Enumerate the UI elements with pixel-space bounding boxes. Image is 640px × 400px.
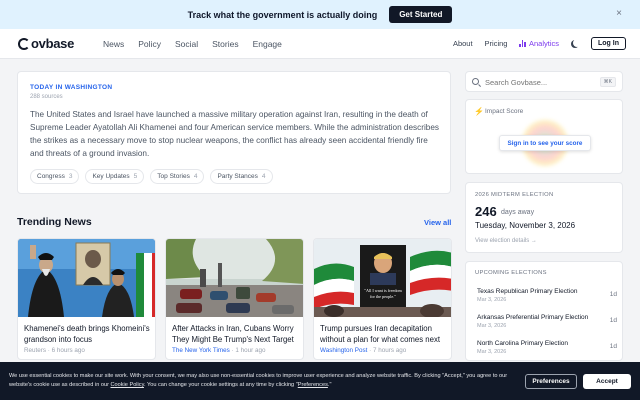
- chip-top-stories[interactable]: Top Stories 4: [150, 169, 205, 184]
- election-days-left: 1d: [609, 343, 617, 350]
- news-card-title: Trump pursues Iran decapitation without …: [320, 324, 441, 344]
- upcoming-elections-card: UPCOMING ELECTIONS Texas Republican Prim…: [465, 261, 623, 361]
- midterm-days: 246: [475, 204, 497, 219]
- cookie-text: We use essential cookies to make our sit…: [9, 372, 519, 390]
- search-input[interactable]: [485, 76, 595, 88]
- bolt-icon: ⚡: [474, 107, 484, 116]
- chip-count: 5: [133, 173, 138, 180]
- cookie-policy-link[interactable]: Cookie Policy: [111, 382, 144, 388]
- news-time: 6 hours ago: [51, 347, 85, 354]
- election-date: Mar 3, 2026: [477, 297, 507, 303]
- get-started-button[interactable]: Get Started: [389, 6, 453, 23]
- preferences-link[interactable]: Preferences: [298, 382, 328, 388]
- news-image-clerics: [18, 239, 155, 317]
- nav-link-analytics[interactable]: Analytics: [519, 39, 559, 48]
- nav-link-news[interactable]: News: [103, 39, 124, 49]
- election-name: North Carolina Primary Election: [477, 340, 569, 347]
- news-card-title: Khamenei's death brings Khomeini's grand…: [24, 324, 150, 344]
- news-card-title: After Attacks in Iran, Cubans Worry They…: [172, 324, 294, 344]
- svg-text:for the people.": for the people.": [370, 294, 396, 299]
- nav-links: News Policy Social Stories Engage: [103, 39, 282, 49]
- election-days-left: 1d: [609, 291, 617, 298]
- sign-in-score-button[interactable]: Sign in to see your score: [499, 135, 591, 151]
- search-box: ⌘K: [465, 71, 623, 92]
- cookie-text-part: . You can change your cookie settings at…: [143, 382, 298, 388]
- midterm-days-unit: days away: [501, 209, 535, 216]
- chip-label: Top Stories: [157, 173, 190, 180]
- news-time: 7 hours ago: [372, 347, 407, 354]
- news-time: 1 hour ago: [235, 347, 266, 354]
- impact-score-label: Impact Score: [485, 108, 524, 115]
- cookie-consent-bar: We use essential cookies to make our sit…: [0, 362, 640, 400]
- nav-link-policy[interactable]: Policy: [138, 39, 161, 49]
- news-source: The New York Times: [172, 347, 230, 354]
- close-icon[interactable]: ×: [616, 8, 622, 19]
- nav-link-engage[interactable]: Engage: [253, 39, 282, 49]
- view-all-link[interactable]: View all: [424, 218, 451, 227]
- chip-count: 3: [68, 173, 73, 180]
- nav-link-social[interactable]: Social: [175, 39, 198, 49]
- chip-party-stances[interactable]: Party Stances 4: [210, 169, 273, 184]
- election-item[interactable]: Arkansas Preferential Primary Election M…: [477, 314, 617, 329]
- logo-text: ovbase: [31, 36, 75, 51]
- news-image-protest: "All I want is freedom for the people.": [314, 239, 451, 317]
- accept-button[interactable]: Accept: [583, 374, 631, 389]
- election-date: Mar 3, 2026: [477, 323, 507, 329]
- chip-label: Key Updates: [92, 173, 130, 180]
- election-item[interactable]: Texas Republican Primary Election Mar 3,…: [477, 288, 617, 303]
- news-card-meta: The New York Times · 1 hour ago: [172, 347, 266, 354]
- today-body: The United States and Israel have launch…: [30, 110, 439, 158]
- topic-chips: Congress 3 Key Updates 5 Top Stories 4 Part…: [30, 169, 273, 184]
- nav-link-pricing[interactable]: Pricing: [485, 39, 508, 48]
- chip-label: Party Stances: [217, 173, 258, 180]
- cookie-text-part: .": [327, 382, 332, 388]
- chip-congress[interactable]: Congress 3: [30, 169, 80, 184]
- news-image-street: [166, 239, 303, 317]
- promo-banner: Track what the government is actually do…: [0, 0, 640, 29]
- bar-chart-icon: [519, 40, 526, 47]
- promo-text: Track what the government is actually do…: [187, 9, 378, 20]
- analytics-label: Analytics: [528, 39, 559, 48]
- nav-link-about[interactable]: About: [453, 39, 473, 48]
- midterm-date: Tuesday, November 3, 2026: [475, 221, 576, 230]
- top-nav: ovbase News Policy Social Stories Engage…: [0, 29, 640, 59]
- election-name: Arkansas Preferential Primary Election: [477, 314, 589, 321]
- election-item[interactable]: North Carolina Primary Election Mar 3, 2…: [477, 340, 617, 355]
- login-button[interactable]: Log In: [591, 37, 626, 50]
- news-card-meta: Reuters · 6 hours ago: [24, 347, 85, 354]
- search-icon: [472, 78, 479, 85]
- today-summary-card: TODAY IN WASHINGTON 288 sources The Unit…: [17, 71, 451, 194]
- keyboard-shortcut-hint: ⌘K: [599, 77, 616, 87]
- upcoming-kicker: UPCOMING ELECTIONS: [475, 270, 547, 276]
- midterm-countdown-card: 2026 MIDTERM ELECTION 246 days away Tues…: [465, 182, 623, 253]
- preferences-button[interactable]: Preferences: [525, 374, 577, 389]
- election-days-left: 1d: [609, 317, 617, 324]
- chip-count: 4: [261, 173, 266, 180]
- trending-title: Trending News: [17, 216, 92, 228]
- news-source: Reuters: [24, 347, 47, 354]
- nav-link-stories[interactable]: Stories: [212, 39, 238, 49]
- election-date: Mar 3, 2026: [477, 349, 507, 355]
- election-name: Texas Republican Primary Election: [477, 288, 578, 295]
- chip-label: Congress: [37, 173, 65, 180]
- midterm-kicker: 2026 MIDTERM ELECTION: [475, 192, 554, 198]
- news-card-meta: Washington Post · 7 hours ago: [320, 347, 407, 354]
- election-details-link[interactable]: View election details →: [475, 238, 537, 244]
- impact-score-card: ⚡ Impact Score Sign in to see your score: [465, 99, 623, 174]
- news-card[interactable]: After Attacks in Iran, Cubans Worry They…: [165, 238, 304, 360]
- news-card[interactable]: "All I want is freedom for the people." …: [313, 238, 452, 360]
- today-kicker: TODAY IN WASHINGTON: [30, 84, 113, 91]
- govbase-logo[interactable]: ovbase: [18, 36, 74, 51]
- today-sources: 288 sources: [30, 94, 63, 100]
- logo-mark-icon: [18, 37, 30, 50]
- moon-icon[interactable]: [573, 39, 581, 47]
- poster-text: "All I want is freedom: [364, 288, 402, 293]
- chip-key-updates[interactable]: Key Updates 5: [85, 169, 145, 184]
- nav-right: About Pricing Analytics Log In: [453, 37, 626, 50]
- chip-count: 4: [193, 173, 198, 180]
- news-card[interactable]: Khamenei's death brings Khomeini's grand…: [17, 238, 156, 360]
- news-source: Washington Post: [320, 347, 368, 354]
